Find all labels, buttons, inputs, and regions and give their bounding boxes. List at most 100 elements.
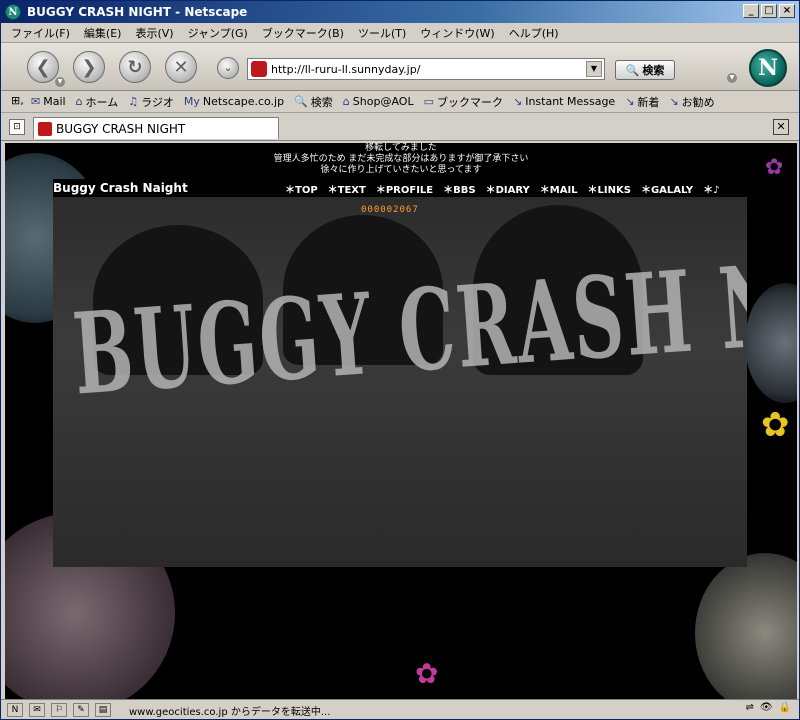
bookmark-netscape[interactable]: My Netscape.co.jp <box>184 95 284 108</box>
nav-profile[interactable]: ＊PROFILE <box>376 181 433 196</box>
notice-line: 徐々に作り上げていきたいと思ってます <box>320 165 482 175</box>
netscape-logo-icon: N <box>5 4 21 20</box>
menu-bookmarks[interactable]: ブックマーク(B) <box>262 25 344 41</box>
navigation-toolbar: ❮ ▼ ❯ ↻ ✕ ⌄ http://ll-ruru-ll.sunnyday.j… <box>1 43 799 114</box>
status-composer-icon[interactable]: ✎ <box>73 702 89 717</box>
back-history-dropdown[interactable]: ▼ <box>55 77 65 87</box>
banner-image: BUGGY CRASH NIGHT <box>53 195 747 567</box>
forward-arrow-icon: ❯ <box>81 56 97 78</box>
bookmark-new[interactable]: ↘ 新着 <box>625 94 659 110</box>
menu-window[interactable]: ウィンドウ(W) <box>420 25 494 41</box>
lock-icon: 🔒 <box>778 702 791 713</box>
visitor-counter: 000002067 <box>361 205 419 215</box>
back-arrow-icon: ❮ <box>35 56 51 78</box>
print-dropdown[interactable]: ▼ <box>727 73 737 83</box>
bookmark-label: Mail <box>43 95 66 108</box>
security-eye-icon: 👁 <box>759 702 773 713</box>
bookmark-label: お勧め <box>681 95 715 109</box>
home-icon: ⌂ <box>75 95 83 108</box>
url-input[interactable]: http://ll-ruru-ll.sunnyday.jp/ <box>271 63 586 76</box>
netscape-brand-icon[interactable]: N <box>749 49 787 87</box>
site-header: Buggy Crash Naight ＊TOP ＊TEXT ＊PROFILE ＊… <box>53 179 747 197</box>
nav-mail[interactable]: ＊MAIL <box>540 181 578 196</box>
bookmark-im[interactable]: ↘ Instant Message <box>513 95 615 108</box>
url-bar[interactable]: http://ll-ruru-ll.sunnyday.jp/ ▼ <box>247 58 605 80</box>
notice-line: 管理人多忙のため まだ未完成な部分はありますが御了承下さい <box>273 154 529 164</box>
butterfly-icon: ✿ <box>761 405 790 445</box>
status-mail-icon[interactable]: ✉ <box>29 702 45 717</box>
search-icon: 🔍 <box>294 95 308 108</box>
stop-icon: ✕ <box>173 56 189 78</box>
status-addressbook-icon[interactable]: ▤ <box>95 702 111 717</box>
close-tab-button[interactable]: ✕ <box>773 119 789 135</box>
menu-tools[interactable]: ツール(T) <box>358 25 406 41</box>
bookmark-label: 新着 <box>637 95 660 109</box>
bg-photo-circle-bottom-right <box>695 553 797 699</box>
bookmark-shop[interactable]: ⌂ Shop@AOL <box>343 95 414 108</box>
link-icon: ↘ <box>512 95 523 108</box>
nav-galaly[interactable]: ＊GALALY <box>641 181 693 196</box>
bookmark-label: Instant Message <box>525 95 616 108</box>
menu-edit[interactable]: 編集(E) <box>84 25 122 41</box>
nav-links[interactable]: ＊LINKS <box>588 181 631 196</box>
bookmark-label: Netscape.co.jp <box>202 95 285 108</box>
bookmark-folder[interactable]: ▭ ブックマーク <box>424 94 503 110</box>
status-text: www.geocities.co.jp からデータを転送中... <box>129 707 331 718</box>
chevron-down-icon: ⌄ <box>223 62 233 74</box>
forward-button[interactable]: ❯ <box>73 51 105 83</box>
bookmark-label: 検索 <box>310 95 333 109</box>
tab-favicon-icon <box>38 121 52 136</box>
tab-buggy-crash-night[interactable]: BUGGY CRASH NIGHT <box>33 117 279 139</box>
url-dropdown-icon[interactable]: ▼ <box>586 61 602 77</box>
new-tab-icon[interactable]: ⊡ <box>9 119 25 135</box>
menu-view[interactable]: 表示(V) <box>135 25 173 41</box>
my-netscape-icon: My <box>183 95 200 108</box>
nav-top[interactable]: ＊TOP <box>285 181 318 196</box>
site-nav: ＊TOP ＊TEXT ＊PROFILE ＊BBS ＊DIARY ＊MAIL ＊L… <box>285 181 719 196</box>
reload-icon: ↻ <box>127 56 143 78</box>
menu-bar: ファイル(F) 編集(E) 表示(V) ジャンプ(G) ブックマーク(B) ツー… <box>1 23 799 43</box>
butterfly-icon: ✿ <box>415 657 439 690</box>
shop-icon: ⌂ <box>342 95 350 108</box>
page-menu-button[interactable]: ⌄ <box>217 57 239 79</box>
maximize-button[interactable]: □ <box>761 4 777 18</box>
bookmark-mail[interactable]: ✉ Mail <box>31 95 66 108</box>
search-button-label: 検索 <box>642 64 665 77</box>
site-favicon-icon <box>251 61 267 77</box>
bookmark-recommend[interactable]: ↘ お勧め <box>669 94 714 110</box>
window-controls: _ □ × <box>743 4 795 18</box>
close-button[interactable]: × <box>779 4 795 18</box>
link-icon: ↘ <box>669 95 679 108</box>
status-aim-icon[interactable]: ⚐ <box>51 702 67 717</box>
nav-text[interactable]: ＊TEXT <box>328 181 366 196</box>
tab-label: BUGGY CRASH NIGHT <box>56 121 186 136</box>
personal-toolbar: ⊞, ✉ Mail ⌂ ホーム ♫ ラジオ My Netscape.co.jp 🔍 検索 … <box>1 91 799 113</box>
bookmark-label: ホーム <box>85 95 119 109</box>
status-netscape-icon[interactable]: N <box>7 702 23 717</box>
bookmark-home[interactable]: ⌂ ホーム <box>76 94 119 110</box>
menu-help[interactable]: ヘルプ(H) <box>509 25 559 41</box>
bookmark-label: Shop@AOL <box>352 95 414 108</box>
link-icon: ↘ <box>625 95 635 108</box>
nav-diary[interactable]: ＊DIARY <box>486 181 530 196</box>
nav-music[interactable]: ＊♪ <box>703 181 719 196</box>
minimize-button[interactable]: _ <box>743 4 759 18</box>
site-name: Buggy Crash Naight <box>53 181 188 195</box>
stop-button[interactable]: ✕ <box>165 51 197 83</box>
toolbar-grip-icon[interactable]: ⊞, <box>11 94 31 110</box>
search-button[interactable]: 🔍 検索 <box>615 60 675 80</box>
nav-bbs[interactable]: ＊BBS <box>443 181 475 196</box>
headphones-icon: ♫ <box>128 95 139 108</box>
notice-text: 移転してみました 管理人多忙のため まだ未完成な部分はありますが御了承下さい 徐… <box>5 143 797 176</box>
menu-file[interactable]: ファイル(F) <box>11 25 70 41</box>
reload-button[interactable]: ↻ <box>119 51 151 83</box>
back-button[interactable]: ❮ <box>27 51 59 83</box>
window-title: BUGGY CRASH NIGHT - Netscape <box>27 5 248 19</box>
menu-go[interactable]: ジャンプ(G) <box>188 25 248 41</box>
bookmark-label: ブックマーク <box>436 95 503 109</box>
bookmark-radio[interactable]: ♫ ラジオ <box>128 94 174 110</box>
bookmark-search[interactable]: 🔍 検索 <box>294 94 333 110</box>
bg-photo-circle-right <box>745 283 797 403</box>
title-bar: N BUGGY CRASH NIGHT - Netscape _ □ × <box>1 1 799 23</box>
browser-window: N BUGGY CRASH NIGHT - Netscape _ □ × ファイ… <box>0 0 800 720</box>
